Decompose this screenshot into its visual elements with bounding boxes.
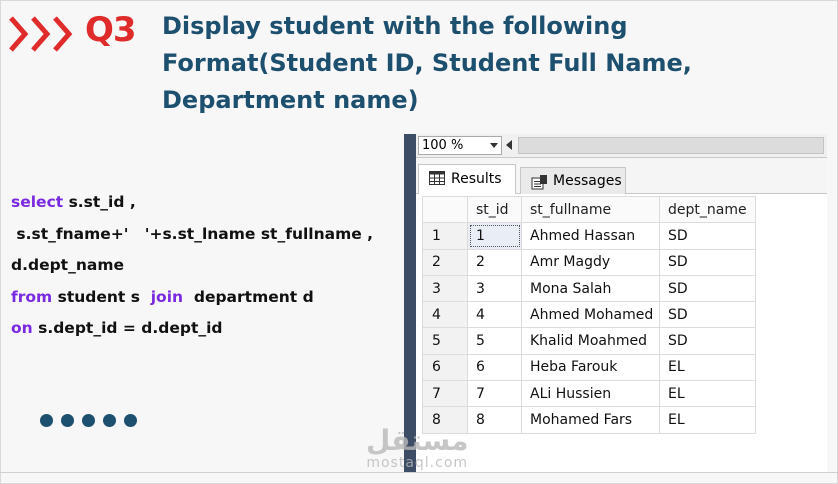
cell-st-fullname[interactable]: Mona Salah xyxy=(521,274,660,303)
cell-dept-name[interactable]: SD xyxy=(659,327,756,355)
code-line: from student s join department d xyxy=(11,288,373,320)
grid-header-row: st_id st_fullname dept_name xyxy=(422,195,756,224)
cell-st-id[interactable]: 6 xyxy=(467,353,522,382)
dot-icon xyxy=(40,414,53,427)
title-line: Department name) xyxy=(162,86,419,114)
table-row: 8 8 Mohamed Fars EL xyxy=(422,406,756,434)
row-number[interactable]: 3 xyxy=(422,274,468,303)
dot-icon xyxy=(124,414,137,427)
cell-st-id[interactable]: 7 xyxy=(467,380,522,408)
zoom-select[interactable]: 100 % xyxy=(418,136,502,155)
cell-st-id[interactable]: 8 xyxy=(467,406,522,434)
row-number[interactable]: 4 xyxy=(422,301,468,329)
cell-dept-name[interactable]: SD xyxy=(659,301,756,329)
watermark: مستقل mostaql.com xyxy=(366,424,469,471)
cell-dept-name[interactable]: SD xyxy=(659,222,756,250)
cell-dept-name[interactable]: EL xyxy=(659,380,756,408)
title-line: Display student with the following xyxy=(162,12,628,40)
column-header-st-id[interactable]: st_id xyxy=(467,195,522,224)
sql-text: student s xyxy=(57,287,151,306)
column-header-dept-name[interactable]: dept_name xyxy=(659,195,756,224)
cell-st-id[interactable]: 4 xyxy=(467,301,522,329)
code-line: select s.st_id , xyxy=(11,193,373,225)
horizontal-scrollbar[interactable] xyxy=(518,137,824,154)
tab-messages-label: Messages xyxy=(553,173,622,189)
row-number[interactable]: 7 xyxy=(422,380,468,408)
column-header-rownum[interactable] xyxy=(422,195,468,224)
cell-st-id[interactable]: 3 xyxy=(467,274,522,303)
row-number[interactable]: 5 xyxy=(422,327,468,355)
title-line: Format(Student ID, Student Full Name, xyxy=(162,49,692,77)
dot-icon xyxy=(103,414,116,427)
sql-keyword: join xyxy=(150,287,189,306)
cell-st-fullname[interactable]: Heba Farouk xyxy=(521,353,660,382)
sql-keyword: from xyxy=(11,287,58,306)
cell-st-fullname[interactable]: Amr Magdy xyxy=(521,248,660,276)
cell-dept-name[interactable]: SD xyxy=(659,248,756,276)
table-row: 3 3 Mona Salah SD xyxy=(422,274,756,303)
table-row: 5 5 Khalid Moahmed SD xyxy=(422,327,756,355)
dot-icon xyxy=(61,414,74,427)
table-row: 4 4 Ahmed Mohamed SD xyxy=(422,301,756,329)
results-toolbar: 100 % xyxy=(416,134,827,158)
tab-messages[interactable]: Messages xyxy=(520,167,626,194)
table-row: 7 7 ALi Hussien EL xyxy=(422,380,756,408)
watermark-arabic: مستقل xyxy=(366,424,469,457)
sql-keyword: on xyxy=(11,319,39,337)
grid-icon xyxy=(429,171,445,185)
sql-text: d.dept_name xyxy=(11,256,125,274)
cell-st-fullname[interactable]: Mohamed Fars xyxy=(521,406,660,434)
cell-dept-name[interactable]: EL xyxy=(659,406,756,434)
question-number: Q3 xyxy=(85,10,137,50)
cell-dept-name[interactable]: EL xyxy=(659,353,756,382)
row-number[interactable]: 1 xyxy=(422,222,468,250)
page-title: Display student with the following Forma… xyxy=(162,8,802,119)
row-number[interactable]: 6 xyxy=(422,353,468,382)
dropdown-arrow-icon xyxy=(490,143,498,148)
pagination-dots xyxy=(40,412,145,431)
cell-st-fullname[interactable]: Ahmed Mohamed xyxy=(521,301,660,329)
cell-st-fullname[interactable]: Ahmed Hassan xyxy=(521,222,660,250)
sql-code-block: select s.st_id , s.st_fname+' '+s.st_lna… xyxy=(11,193,373,351)
results-grid: st_id st_fullname dept_name 1 1 Ahmed Ha… xyxy=(422,195,756,434)
code-line: d.dept_name xyxy=(11,256,373,288)
cell-dept-name[interactable]: SD xyxy=(659,274,756,303)
cell-st-id[interactable]: 2 xyxy=(467,248,522,276)
sql-text: department d xyxy=(188,287,314,306)
results-tabs: Results Messages xyxy=(416,158,827,194)
divider xyxy=(0,472,838,473)
cell-st-id[interactable]: 5 xyxy=(467,327,522,355)
watermark-latin: mostaql.com xyxy=(366,455,469,471)
scroll-left-arrow-icon[interactable] xyxy=(506,140,512,150)
sql-text: s.st_fname+' '+s.st_lname st_fullname , xyxy=(11,224,374,243)
column-header-st-fullname[interactable]: st_fullname xyxy=(521,195,660,224)
sql-keyword: select xyxy=(11,193,69,211)
tab-results[interactable]: Results xyxy=(418,164,516,194)
code-line: on s.dept_id = d.dept_id xyxy=(11,319,373,351)
cell-st-fullname[interactable]: Khalid Moahmed xyxy=(521,327,660,355)
sql-text: s.st_id , xyxy=(68,193,136,211)
table-row: 6 6 Heba Farouk EL xyxy=(422,353,756,382)
messages-icon xyxy=(531,175,547,190)
tab-results-label: Results xyxy=(451,171,502,187)
editor-border xyxy=(404,134,416,472)
zoom-value: 100 % xyxy=(422,138,464,153)
sql-text: s.dept_id = d.dept_id xyxy=(38,319,223,337)
triple-chevron-icon xyxy=(9,16,73,52)
table-row: 2 2 Amr Magdy SD xyxy=(422,248,756,276)
cell-st-id[interactable]: 1 xyxy=(467,222,522,250)
dot-icon xyxy=(82,414,95,427)
table-row: 1 1 Ahmed Hassan SD xyxy=(422,222,756,250)
row-number[interactable]: 2 xyxy=(422,248,468,276)
code-line: s.st_fname+' '+s.st_lname st_fullname , xyxy=(11,225,373,257)
cell-st-fullname[interactable]: ALi Hussien xyxy=(521,380,660,408)
